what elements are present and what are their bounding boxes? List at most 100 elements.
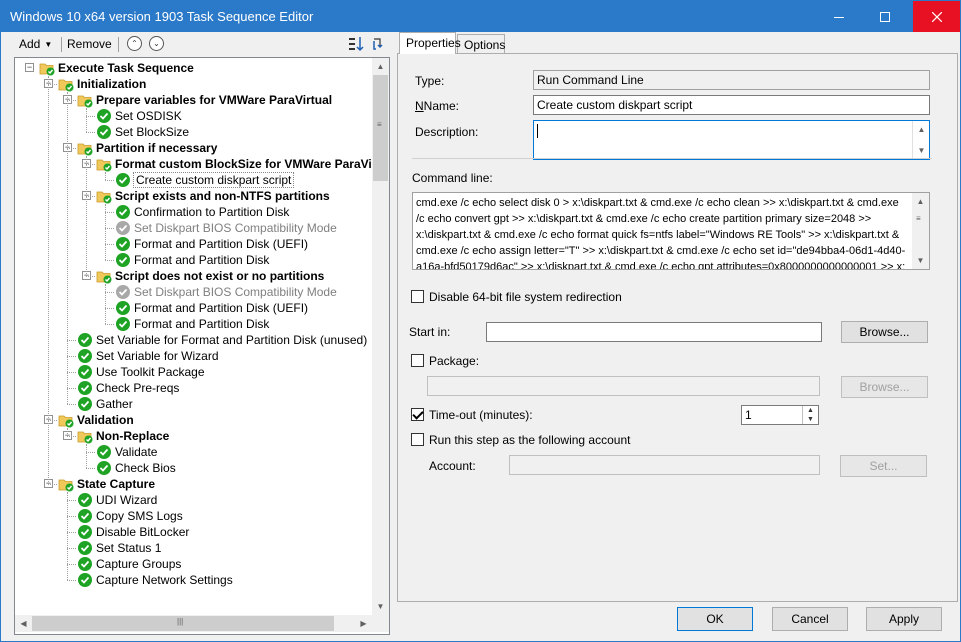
- tree-step-item[interactable]: Copy SMS Logs: [77, 508, 183, 524]
- timeout-checkbox[interactable]: [411, 408, 424, 421]
- check-icon: [77, 572, 93, 588]
- disable-redirection-checkbox[interactable]: [411, 290, 424, 303]
- tree-group-item[interactable]: Validation: [58, 412, 134, 428]
- sort-icon[interactable]: [347, 35, 364, 53]
- folder-check-icon: [58, 476, 74, 492]
- scroll-corner: [372, 615, 389, 632]
- tree-connector: [86, 452, 95, 453]
- tree-step-item[interactable]: UDI Wizard: [77, 492, 157, 508]
- tree-item-label: Execute Task Sequence: [58, 61, 194, 75]
- add-menu-button[interactable]: Add ▼: [19, 37, 52, 51]
- scroll-up-icon[interactable]: ▲: [913, 121, 929, 138]
- scroll-up-icon[interactable]: ▲: [912, 193, 929, 210]
- package-checkbox[interactable]: [411, 354, 424, 367]
- start-in-field[interactable]: [486, 322, 822, 342]
- tree-step-item[interactable]: Check Bios: [96, 460, 176, 476]
- scroll-down-icon[interactable]: ▼: [372, 598, 389, 615]
- tree-connector: [67, 372, 76, 373]
- tree-connector: [48, 420, 57, 421]
- task-sequence-tree[interactable]: Execute Task Sequence − Initialization − Pre…: [14, 57, 390, 635]
- tree-step-item[interactable]: Set OSDISK: [96, 108, 182, 124]
- left-panel: Add ▼ Remove ⌃ ⌄ Execute Task Sequence − In…: [1, 32, 393, 635]
- run-as-account-checkbox[interactable]: [411, 433, 424, 446]
- tree-step-item[interactable]: Confirmation to Partition Disk: [115, 204, 289, 220]
- timeout-spinner[interactable]: ▲ ▼: [802, 406, 818, 424]
- tree-step-item[interactable]: Set Variable for Format and Partition Di…: [77, 332, 367, 348]
- tree-group-item[interactable]: State Capture: [58, 476, 155, 492]
- tree-step-item[interactable]: Set Status 1: [77, 540, 161, 556]
- tree-group-item[interactable]: Execute Task Sequence: [39, 60, 194, 76]
- browse-start-in-button[interactable]: Browse...: [841, 321, 928, 343]
- close-button[interactable]: [913, 1, 960, 32]
- check-icon: [115, 316, 131, 332]
- remove-button[interactable]: Remove: [67, 37, 112, 51]
- ok-button[interactable]: OK: [677, 607, 753, 631]
- tree-step-item[interactable]: Gather: [77, 396, 133, 412]
- maximize-button[interactable]: [862, 1, 908, 32]
- check-icon: [96, 108, 112, 124]
- name-field[interactable]: Create custom diskpart script: [533, 95, 930, 115]
- package-field: [427, 376, 820, 396]
- tree-connector: [105, 260, 114, 261]
- tree-step-item[interactable]: Set Variable for Wizard: [77, 348, 219, 364]
- tree-horizontal-scrollbar[interactable]: ◀ ||| ▶: [15, 615, 372, 632]
- command-line-text: cmd.exe /c echo select disk 0 > x:\diskp…: [416, 197, 906, 270]
- tree-step-item[interactable]: Validate: [96, 444, 157, 460]
- spin-down-icon[interactable]: ▼: [803, 415, 818, 424]
- title-bar[interactable]: Windows 10 x64 version 1903 Task Sequenc…: [1, 1, 960, 32]
- tree-connector: [67, 388, 76, 389]
- tree-group-item[interactable]: Format custom BlockSize for VMWare ParaV…: [96, 156, 372, 172]
- timeout-stepper[interactable]: 1 ▲ ▼: [741, 405, 819, 425]
- tree-item-label: Set Variable for Wizard: [96, 349, 219, 363]
- collapse-icon[interactable]: −: [25, 63, 34, 72]
- description-field[interactable]: ▲ ▼: [533, 120, 930, 160]
- scroll-up-icon[interactable]: ▲: [372, 58, 389, 75]
- tree-group-item[interactable]: Partition if necessary: [77, 140, 217, 156]
- tree-step-item[interactable]: Create custom diskpart script: [115, 172, 295, 188]
- tree-step-item[interactable]: Capture Network Settings: [77, 572, 233, 588]
- tree-connector: [67, 532, 76, 533]
- folder-check-icon: [58, 76, 74, 92]
- move-down-button[interactable]: ⌄: [149, 36, 164, 51]
- scroll-down-icon[interactable]: ▼: [913, 142, 929, 159]
- tree-group-item[interactable]: Script does not exist or no partitions: [96, 268, 324, 284]
- tree-group-item[interactable]: Initialization: [58, 76, 146, 92]
- tree-content: Execute Task Sequence − Initialization − Pre…: [15, 58, 372, 615]
- command-line-scrollbar[interactable]: ▲ ≡ ▼: [912, 193, 929, 269]
- apply-button[interactable]: Apply: [866, 607, 942, 631]
- tree-item-label: Validate: [115, 445, 158, 459]
- tree-step-item[interactable]: Format and Partition Disk: [115, 316, 269, 332]
- tree-step-item[interactable]: Disable BitLocker: [77, 524, 189, 540]
- command-line-field[interactable]: cmd.exe /c echo select disk 0 > x:\diskp…: [412, 192, 930, 270]
- tree-vertical-scrollbar[interactable]: ▲ ≡ ▼: [372, 58, 389, 615]
- refresh-icon[interactable]: [370, 35, 387, 53]
- timeout-label: Time-out (minutes):: [429, 408, 533, 422]
- scroll-right-icon[interactable]: ▶: [355, 615, 372, 632]
- scroll-down-icon[interactable]: ▼: [912, 252, 929, 269]
- tree-connector: [105, 212, 114, 213]
- spin-up-icon[interactable]: ▲: [803, 406, 818, 415]
- minimize-button[interactable]: [816, 1, 862, 32]
- description-scrollbar[interactable]: ▲ ▼: [912, 121, 929, 159]
- tree-group-item[interactable]: Script exists and non-NTFS partitions: [96, 188, 330, 204]
- check-icon: [77, 556, 93, 572]
- move-up-button[interactable]: ⌃: [127, 36, 142, 51]
- tab-options[interactable]: Options: [457, 34, 505, 54]
- tree-item-label: State Capture: [77, 477, 156, 491]
- tree-step-item[interactable]: Capture Groups: [77, 556, 181, 572]
- tree-step-item[interactable]: Format and Partition Disk (UEFI): [115, 236, 308, 252]
- tree-step-item[interactable]: Use Toolkit Package: [77, 364, 205, 380]
- tree-step-item[interactable]: Format and Partition Disk (UEFI): [115, 300, 308, 316]
- tree-step-item[interactable]: Set BlockSize: [96, 124, 189, 140]
- tree-group-item[interactable]: Non-Replace: [77, 428, 169, 444]
- scroll-left-icon[interactable]: ◀: [15, 615, 32, 632]
- type-label: Type:: [415, 74, 445, 88]
- tree-step-item[interactable]: Set Diskpart BIOS Compatibility Mode: [115, 220, 337, 236]
- tree-step-item[interactable]: Check Pre-reqs: [77, 380, 179, 396]
- cancel-button[interactable]: Cancel: [772, 607, 848, 631]
- tree-group-item[interactable]: Prepare variables for VMWare ParaVirtual: [77, 92, 332, 108]
- tree-item-label: Create custom diskpart script: [132, 172, 295, 188]
- tab-properties[interactable]: Properties: [399, 32, 461, 54]
- tree-step-item[interactable]: Format and Partition Disk: [115, 252, 269, 268]
- tree-step-item[interactable]: Set Diskpart BIOS Compatibility Mode: [115, 284, 337, 300]
